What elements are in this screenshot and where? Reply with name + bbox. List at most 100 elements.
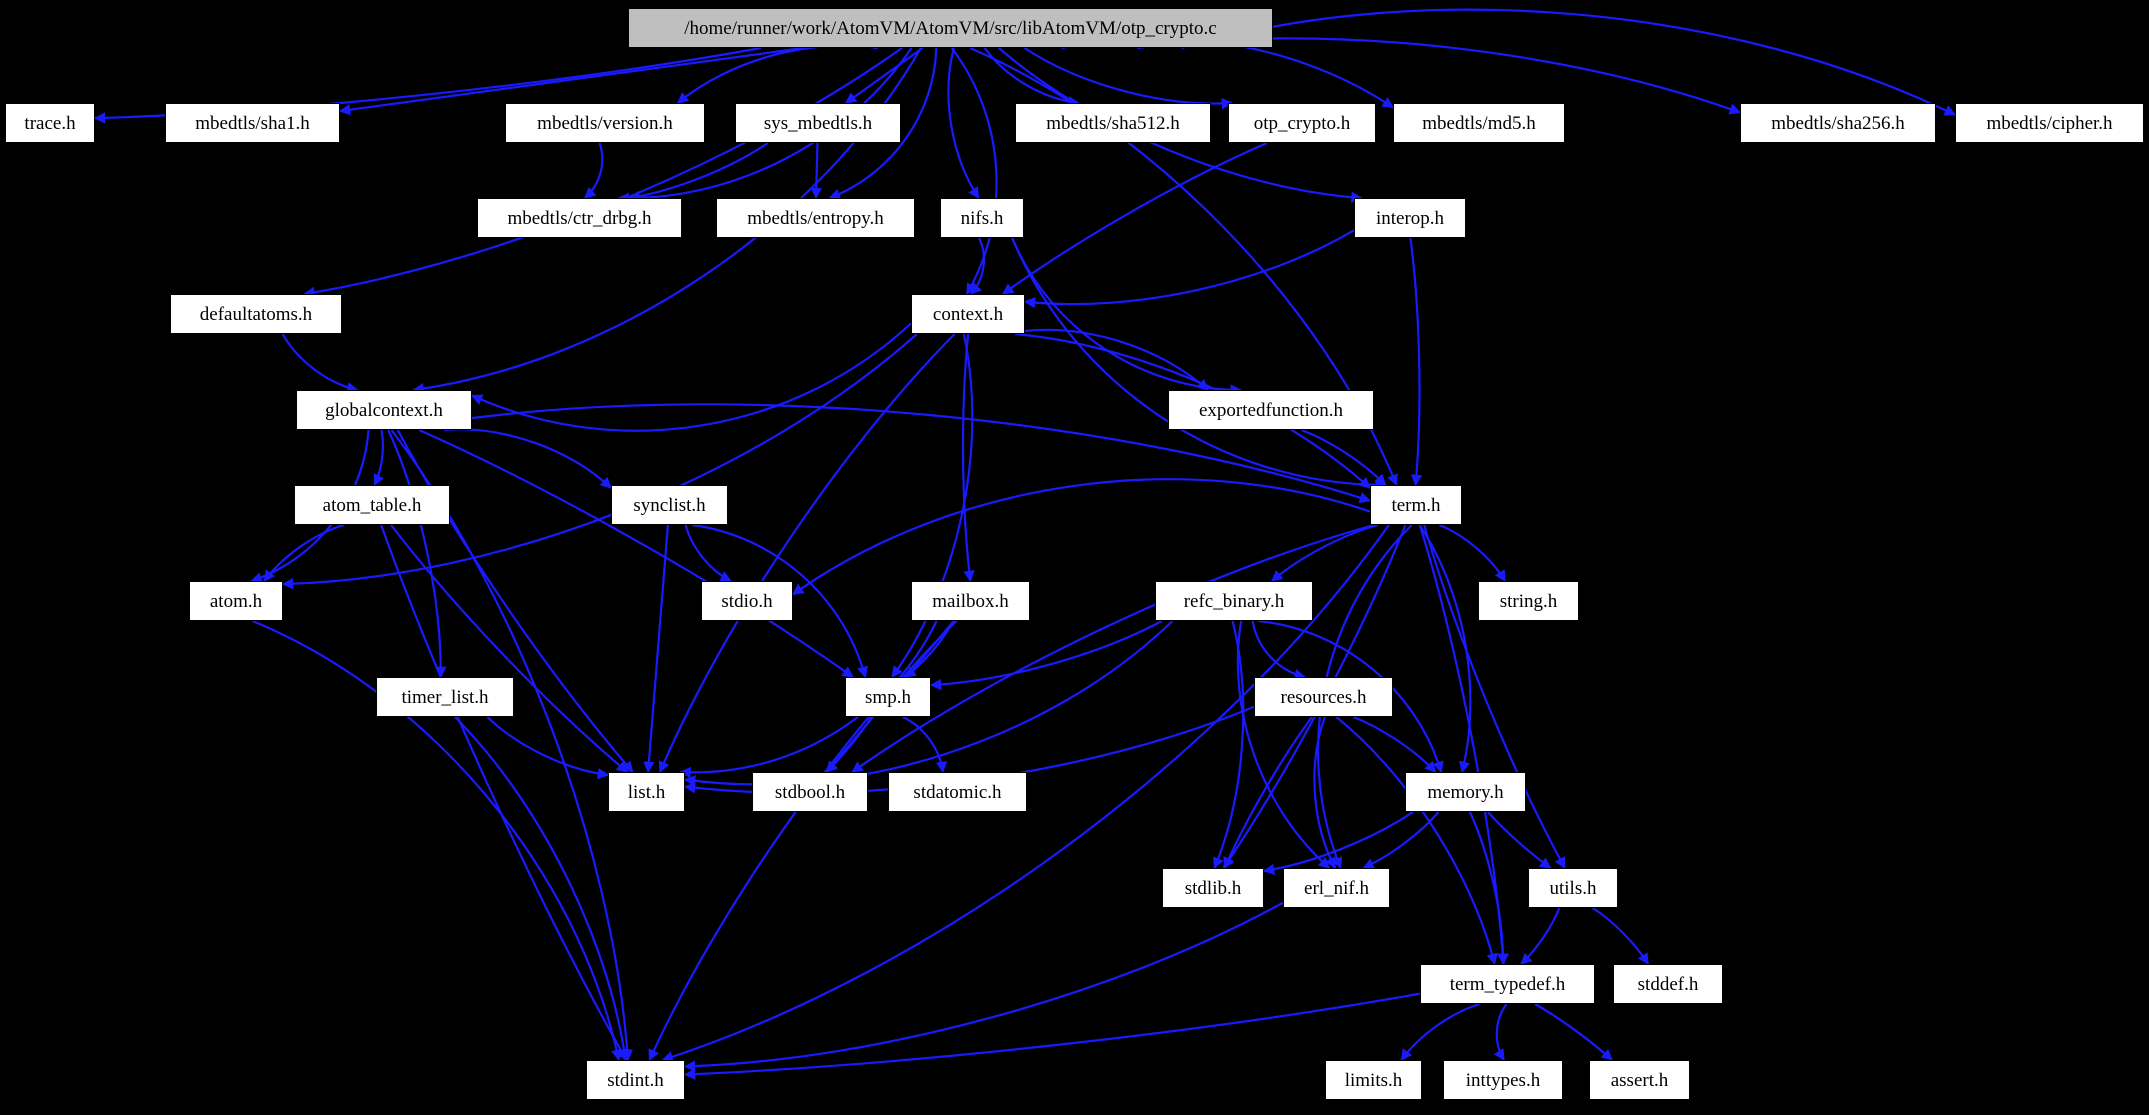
graph-node-sha256[interactable]: mbedtls/sha256.h bbox=[1740, 103, 1936, 143]
graph-edge-root-to-sys_mbedtls bbox=[844, 47, 924, 104]
graph-edge-atom_table-to-stdint bbox=[380, 524, 628, 1061]
graph-edge-root-to-otp_crypto_h bbox=[1023, 47, 1234, 110]
graph-edge-term-to-stdio bbox=[792, 478, 1371, 596]
graph-node-entropy[interactable]: mbedtls/entropy.h bbox=[716, 198, 915, 238]
graph-node-label: /home/runner/work/AtomVM/AtomVM/src/libA… bbox=[684, 17, 1217, 39]
graph-node-synclist[interactable]: synclist.h bbox=[611, 485, 728, 525]
graph-node-atom_table[interactable]: atom_table.h bbox=[294, 485, 450, 525]
graph-edge-nifs-to-term bbox=[1011, 237, 1387, 491]
graph-node-utils[interactable]: utils.h bbox=[1528, 868, 1618, 908]
graph-node-defaultatoms[interactable]: defaultatoms.h bbox=[170, 294, 342, 334]
graph-node-context[interactable]: context.h bbox=[911, 294, 1025, 334]
graph-node-inttypes[interactable]: inttypes.h bbox=[1443, 1060, 1563, 1100]
graph-edge-version-to-ctr_drbg bbox=[584, 142, 604, 199]
graph-node-erl_nif[interactable]: erl_nif.h bbox=[1283, 868, 1390, 908]
graph-node-stdio[interactable]: stdio.h bbox=[701, 581, 793, 621]
graph-node-root[interactable]: /home/runner/work/AtomVM/AtomVM/src/libA… bbox=[628, 8, 1273, 48]
graph-node-limits[interactable]: limits.h bbox=[1325, 1060, 1422, 1100]
graph-edge-timer_list-to-list bbox=[486, 716, 610, 780]
graph-edge-term_typedef-to-assert bbox=[1534, 1003, 1613, 1061]
graph-node-globalcontext[interactable]: globalcontext.h bbox=[296, 390, 472, 430]
graph-node-version[interactable]: mbedtls/version.h bbox=[505, 103, 705, 143]
graph-edge-root-to-cipher bbox=[1181, 8, 1957, 116]
graph-node-trace[interactable]: trace.h bbox=[5, 103, 95, 143]
graph-node-label: stdbool.h bbox=[774, 781, 846, 803]
graph-node-label: mbedtls/md5.h bbox=[1422, 112, 1536, 134]
graph-node-label: globalcontext.h bbox=[325, 399, 443, 421]
graph-node-nifs[interactable]: nifs.h bbox=[940, 198, 1024, 238]
graph-edge-refc_binary-to-erl_nif bbox=[1236, 620, 1331, 869]
graph-edge-term_typedef-to-stdint bbox=[683, 992, 1421, 1080]
graph-node-stdatomic[interactable]: stdatomic.h bbox=[888, 772, 1027, 812]
graph-node-label: defaultatoms.h bbox=[199, 303, 313, 325]
graph-node-label: memory.h bbox=[1427, 781, 1504, 803]
graph-edge-term_typedef-to-limits bbox=[1400, 1002, 1480, 1061]
graph-node-label: mbedtls/sha1.h bbox=[195, 112, 310, 134]
graph-node-label: resources.h bbox=[1280, 686, 1367, 708]
graph-node-label: utils.h bbox=[1549, 877, 1597, 899]
graph-node-memory[interactable]: memory.h bbox=[1405, 772, 1526, 812]
graph-node-smp[interactable]: smp.h bbox=[845, 677, 931, 717]
graph-edge-sys_mbedtls-to-entropy bbox=[810, 142, 823, 200]
graph-node-label: stdlib.h bbox=[1184, 877, 1242, 899]
graph-node-exportedfunction[interactable]: exportedfunction.h bbox=[1168, 390, 1374, 430]
graph-node-label: inttypes.h bbox=[1465, 1069, 1541, 1091]
graph-edge-utils-to-stddef bbox=[1592, 907, 1650, 965]
graph-edges bbox=[93, 8, 1957, 1080]
graph-node-stdint[interactable]: stdint.h bbox=[586, 1060, 685, 1100]
graph-edge-nifs-to-exportedfunction bbox=[1011, 237, 1243, 396]
graph-node-label: atom.h bbox=[209, 590, 263, 612]
graph-node-timer_list[interactable]: timer_list.h bbox=[376, 677, 514, 717]
graph-node-md5[interactable]: mbedtls/md5.h bbox=[1393, 103, 1565, 143]
graph-node-label: mbedtls/cipher.h bbox=[1986, 112, 2113, 134]
graph-node-label: mbedtls/version.h bbox=[537, 112, 673, 134]
graph-node-label: term.h bbox=[1391, 494, 1441, 516]
graph-node-label: string.h bbox=[1499, 590, 1558, 612]
graph-node-label: context.h bbox=[932, 303, 1004, 325]
graph-node-label: limits.h bbox=[1344, 1069, 1403, 1091]
graph-edge-root-to-context bbox=[950, 47, 998, 295]
graph-node-assert[interactable]: assert.h bbox=[1589, 1060, 1690, 1100]
graph-node-sha512[interactable]: mbedtls/sha512.h bbox=[1015, 103, 1211, 143]
graph-node-label: synclist.h bbox=[633, 494, 706, 516]
graph-node-refc_binary[interactable]: refc_binary.h bbox=[1155, 581, 1313, 621]
graph-node-otp_crypto_h[interactable]: otp_crypto.h bbox=[1228, 103, 1376, 143]
graph-node-stdlib[interactable]: stdlib.h bbox=[1162, 868, 1264, 908]
graph-node-term_typedef[interactable]: term_typedef.h bbox=[1420, 964, 1595, 1004]
graph-edge-term-to-string bbox=[1439, 523, 1507, 582]
graph-edge-context-to-smp bbox=[891, 333, 974, 678]
graph-node-label: mbedtls/entropy.h bbox=[747, 207, 884, 229]
graph-node-stdbool[interactable]: stdbool.h bbox=[752, 772, 868, 812]
graph-node-resources[interactable]: resources.h bbox=[1254, 677, 1393, 717]
graph-node-ctr_drbg[interactable]: mbedtls/ctr_drbg.h bbox=[477, 198, 682, 238]
graph-node-label: exportedfunction.h bbox=[1198, 399, 1344, 421]
graph-node-label: mbedtls/sha512.h bbox=[1046, 112, 1180, 134]
graph-node-label: interop.h bbox=[1375, 207, 1445, 229]
graph-node-mailbox[interactable]: mailbox.h bbox=[911, 581, 1030, 621]
graph-node-label: mbedtls/ctr_drbg.h bbox=[507, 207, 652, 229]
graph-node-label: list.h bbox=[627, 781, 666, 803]
graph-edge-defaultatoms-to-globalcontext bbox=[281, 333, 359, 394]
graph-edge-root-to-nifs bbox=[947, 47, 980, 199]
graph-node-sha1[interactable]: mbedtls/sha1.h bbox=[165, 103, 340, 143]
graph-node-label: stdatomic.h bbox=[913, 781, 1002, 803]
graph-node-cipher[interactable]: mbedtls/cipher.h bbox=[1955, 103, 2144, 143]
graph-node-label: stdint.h bbox=[607, 1069, 664, 1091]
graph-node-string[interactable]: string.h bbox=[1478, 581, 1579, 621]
graph-node-atom[interactable]: atom.h bbox=[189, 581, 283, 621]
graph-edge-term-to-utils bbox=[1423, 524, 1566, 870]
graph-edge-refc_binary-to-stdlib bbox=[1213, 620, 1245, 870]
graph-node-interop[interactable]: interop.h bbox=[1354, 198, 1466, 238]
graph-node-label: timer_list.h bbox=[401, 686, 489, 708]
graph-node-term[interactable]: term.h bbox=[1370, 485, 1462, 525]
graph-edge-refc_binary-to-smp bbox=[929, 620, 1163, 691]
graph-edge-globalcontext-to-synclist bbox=[444, 428, 612, 489]
graph-node-stddef[interactable]: stddef.h bbox=[1613, 964, 1723, 1004]
graph-edge-context-to-globalcontext bbox=[470, 322, 912, 432]
graph-node-label: stdio.h bbox=[721, 590, 773, 612]
graph-node-list[interactable]: list.h bbox=[608, 772, 685, 812]
graph-edge-memory-to-term_typedef bbox=[1468, 811, 1509, 966]
graph-edge-globalcontext-to-smp bbox=[418, 428, 854, 678]
graph-node-sys_mbedtls[interactable]: sys_mbedtls.h bbox=[735, 103, 901, 143]
graph-node-label: sys_mbedtls.h bbox=[763, 112, 873, 134]
